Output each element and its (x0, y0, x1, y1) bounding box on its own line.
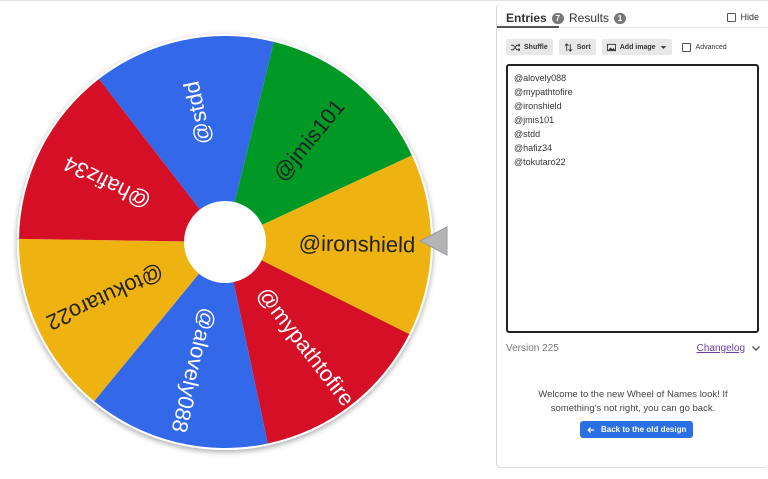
shuffle-button[interactable]: Shuffle (506, 39, 553, 55)
welcome-message: Welcome to the new Wheel of Names look! … (538, 389, 728, 414)
sort-button[interactable]: Sort (558, 39, 596, 55)
entry-line: @ironshield (514, 101, 562, 111)
wheel-center-hub[interactable] (184, 201, 266, 283)
hide-label: Hide (740, 12, 759, 22)
tab-results[interactable]: Results 1 (569, 8, 627, 28)
active-tab-indicator (497, 26, 559, 28)
version-text: Version 225 (506, 342, 559, 354)
tab-results-label: Results (569, 11, 610, 25)
sort-icon (564, 42, 573, 52)
chevron-down-icon[interactable] (751, 343, 761, 353)
wheel-segment-label: @ironshield (299, 231, 416, 258)
shuffle-icon (511, 43, 520, 51)
image-icon (606, 43, 616, 51)
add-image-label: Add image (619, 43, 656, 51)
entry-line: @tokutaro22 (514, 157, 566, 167)
advanced-label: Advanced (695, 43, 727, 51)
back-to-old-design-button[interactable]: Back to the old design (580, 421, 694, 438)
entry-line: @jmis101 (514, 115, 555, 125)
chevron-down-icon (660, 45, 666, 49)
hide-toggle[interactable]: Hide (727, 12, 759, 22)
sort-label: Sort (576, 43, 591, 51)
tab-entries-label: Entries (506, 11, 547, 25)
version-row: Version 225 Changelog (506, 340, 761, 356)
back-button-label: Back to the old design (601, 425, 687, 434)
hide-checkbox[interactable] (727, 12, 737, 22)
entries-count-badge: 7 (551, 12, 564, 24)
add-image-button[interactable]: Add image (601, 39, 672, 55)
entries-panel: Entries 7 Results 1 Hide Shuffle Sort Ad… (496, 4, 768, 468)
entry-line: @alovely088 (514, 73, 567, 83)
entry-line: @hafiz34 (514, 143, 553, 153)
entry-line: @mypathtofire (514, 87, 573, 97)
tab-entries[interactable]: Entries 7 (506, 8, 564, 28)
tab-bar: Entries 7 Results 1 Hide (497, 4, 768, 28)
advanced-toggle[interactable]: Advanced (681, 42, 727, 52)
entries-toolbar: Shuffle Sort Add image Advanced (506, 38, 727, 56)
shuffle-label: Shuffle (524, 43, 548, 51)
advanced-checkbox[interactable] (681, 42, 691, 52)
entries-textarea[interactable]: @alovely088 @mypathtofire @ironshield @j… (506, 64, 759, 333)
wheel[interactable]: @stdd @jmis101 @ironshield @mypathtofire @al… (0, 0, 470, 479)
arrow-left-icon (587, 426, 595, 433)
entry-line: @stdd (514, 129, 541, 139)
results-count-badge: 1 (614, 12, 627, 24)
changelog-link[interactable]: Changelog (697, 343, 745, 354)
